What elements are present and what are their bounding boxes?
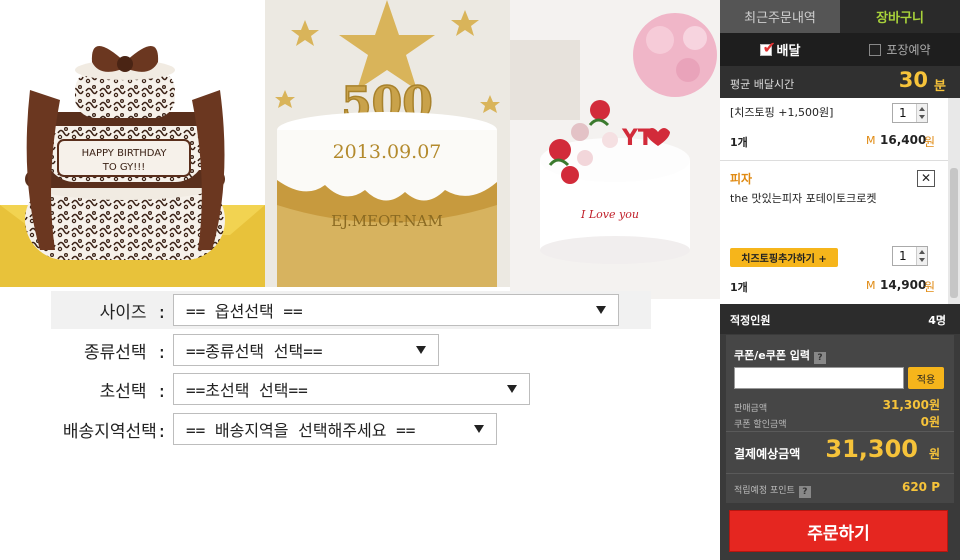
item1-count: 1개 [730,136,748,149]
tab-cart[interactable]: 장바구니 [840,0,960,33]
chocolate-birthday-cake-photo: HAPPY BIRTHDAY TO GY!!! [0,0,265,287]
people-label: 적정인원 [730,314,771,327]
item1-price: 16,400 [880,133,927,147]
delivery-options: ✔ 배달 포장예약 [720,33,960,66]
cake2-date-text: 2013.09.07 [333,141,442,163]
item2-won: 원 [924,280,936,294]
cart-scroll-thumb[interactable] [950,168,958,298]
candle-select[interactable]: ==초선택 선택== [173,373,530,405]
add-cheese-topping-button[interactable]: 치즈토핑추가하기 + [730,248,838,267]
discount-label: 쿠폰 할인금액 [734,420,787,430]
item2-price: 14,900 [880,278,927,292]
item1-option: [치즈토핑 +1,500원] [730,106,834,119]
item-divider [720,160,948,161]
spin-down-icon[interactable] [919,115,925,119]
point-label: 적립예정 포인트? [734,483,811,498]
delivery-checkbox[interactable]: ✔ [759,38,776,57]
region-select[interactable]: == 배송지역을 선택해주세요 == [173,413,497,445]
summary-divider [726,431,954,432]
check-icon: ✔ [762,37,776,57]
help-icon[interactable]: ? [814,352,827,364]
region-select-value: == 배송지역을 선택해주세요 == [186,421,416,440]
sale-amount-label: 판매금액 [734,404,768,414]
order-button[interactable]: 주문하기 [729,510,948,552]
candle-dropdown-arrow-icon [507,385,517,393]
spin-down-icon[interactable] [919,258,925,262]
cake2-name-text: EJ.MEOT-NAM [331,212,443,230]
people-count: 적정인원 4명 [720,304,960,334]
coupon-label-text: 쿠폰/e쿠폰 입력 [734,349,811,362]
panel-tabs: 최근주문내역 장바구니 [720,0,960,33]
region-dropdown-arrow-icon [474,425,484,433]
item2-qty-value: 1 [899,249,907,263]
item2-remove-button[interactable]: ✕ [917,170,935,187]
delivery-option[interactable]: ✔ 배달 [720,33,840,66]
takeout-label: 포장예약 [886,43,931,57]
delivery-label: 배달 [776,44,801,59]
avg-time-label: 평균 배달시간 [730,78,795,91]
coupon-apply-button[interactable]: 적용 [908,367,944,389]
size-label: 사이즈 : [99,302,167,323]
candle-select-value: ==초선택 선택== [186,381,308,400]
type-select-value: ==종류선택 선택== [186,342,323,361]
cart-panel: 최근주문내역 장바구니 ✔ 배달 포장예약 평균 배달시간 30 분 [치즈토핑… [720,0,960,560]
candle-row: 초선택 : [51,372,167,406]
item1-currency: M [866,134,876,147]
point-label-text: 적립예정 포인트 [734,486,795,496]
cake1-text-line2: TO GY!!! [102,162,146,173]
coupon-input[interactable] [734,367,904,389]
spin-up-icon[interactable] [919,250,925,254]
gold-500-cake-photo: 500 2013.09.07 EJ.MEOT-NAM [265,0,510,287]
avg-delivery-time: 평균 배달시간 30 분 [720,66,960,98]
avg-time-unit: 분 [934,79,946,94]
type-dropdown-arrow-icon [416,346,426,354]
item1-qty-value: 1 [899,106,907,120]
people-value: 4명 [928,314,946,327]
spin-up-icon[interactable] [919,107,925,111]
type-row: 종류선택 : [51,333,167,367]
item1-qty-stepper[interactable]: 1 [892,103,928,123]
region-row: 배송지역선택: [48,412,167,446]
item2-count: 1개 [730,281,748,294]
size-select-value: == 옵션선택 == [186,302,303,321]
item2-qty-stepper[interactable]: 1 [892,246,928,266]
discount-value: 0원 [920,415,940,429]
avg-time-value: 30 [898,68,928,92]
region-label: 배송지역선택: [62,421,167,442]
item1-qty-spin[interactable] [916,104,927,122]
coupon-summary-box: 쿠폰/e쿠폰 입력? 적용 판매금액 31,300원 쿠폰 할인금액 0원 결제… [726,335,954,503]
size-dropdown-arrow-icon [596,306,606,314]
tab-recent-orders[interactable]: 최근주문내역 [720,0,840,33]
type-select[interactable]: ==종류선택 선택== [173,334,439,366]
takeout-option[interactable]: 포장예약 [840,33,960,66]
total-unit: 원 [928,447,940,461]
total-value: 31,300 [825,435,918,463]
rose-cake-photo: YT I Love you [510,0,720,299]
sale-amount-value: 31,300원 [882,398,940,412]
takeout-checkbox[interactable] [869,43,882,56]
cake3-love-text: I Love you [580,208,639,221]
cart-items-list: [치즈토핑 +1,500원] 1 1개 M 16,400 원 피자 the 맛있… [720,98,948,304]
total-label: 결제예상금액 [734,447,801,461]
item2-qty-spin[interactable] [916,247,927,265]
cake1-text-line1: HAPPY BIRTHDAY [82,148,168,159]
size-select[interactable]: == 옵션선택 == [173,294,619,326]
item2-name: 피자 [730,172,753,186]
size-row: 사이즈 : [51,293,167,327]
item1-won: 원 [924,135,936,149]
item2-desc: the 맛있는피자 포테이토크로켓 [730,192,877,205]
candle-label: 초선택 : [99,381,167,402]
coupon-label: 쿠폰/e쿠폰 입력? [734,347,827,364]
point-value: 620 P [901,480,940,494]
summary-divider [726,473,954,474]
type-label: 종류선택 : [83,342,167,363]
item2-currency: M [866,279,876,292]
cake-photo-strip: HAPPY BIRTHDAY TO GY!!! 500 2013.09.07 E… [0,0,720,300]
help-icon[interactable]: ? [798,486,811,498]
